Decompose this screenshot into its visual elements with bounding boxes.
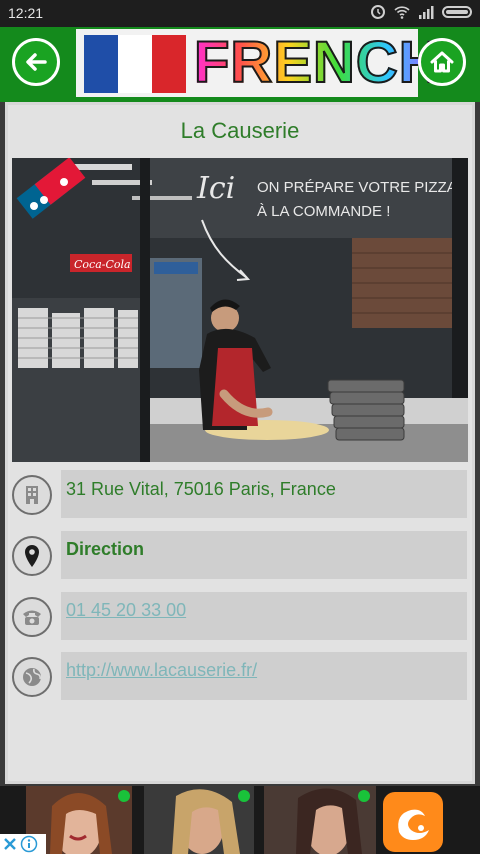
photo-fridge-text: Coca-Cola xyxy=(74,258,131,271)
ad-indicator-1 xyxy=(118,790,130,802)
uc-browser-logo-icon xyxy=(398,809,429,840)
phone-icon xyxy=(23,610,41,625)
restaurant-name: La Causerie xyxy=(180,118,300,143)
phone-link[interactable]: 01 45 20 33 00 xyxy=(66,600,186,621)
back-button[interactable] xyxy=(12,38,60,86)
photo-sign-line2: ON PRÉPARE VOTRE PIZZA xyxy=(257,179,457,196)
restaurant-photo: Ici ON PRÉPARE VOTRE PIZZA À LA COMMANDE… xyxy=(12,158,468,462)
french-flag xyxy=(84,35,186,93)
address-text: 31 Rue Vital, 75016 Paris, France xyxy=(66,479,336,499)
home-icon xyxy=(430,51,454,73)
direction-label[interactable]: Direction xyxy=(66,539,144,560)
ad-choices[interactable] xyxy=(0,834,46,854)
flag-stripe-white xyxy=(118,35,152,93)
flag-stripe-blue xyxy=(84,35,118,93)
photo-sign-line3: À LA COMMANDE ! xyxy=(257,203,390,220)
website-link[interactable]: http://www.lacauserie.fr/ xyxy=(66,660,257,681)
phone-icon-badge xyxy=(12,597,52,637)
uc-browser-ad-icon[interactable] xyxy=(383,792,443,852)
location-pin-badge xyxy=(12,536,52,576)
back-arrow-icon xyxy=(26,53,47,71)
flag-stripe-red xyxy=(152,35,186,93)
app-header: FRENCH xyxy=(0,27,480,102)
globe-icon xyxy=(23,668,41,686)
building-icon-badge xyxy=(12,475,52,515)
ad-indicator-2 xyxy=(238,790,250,802)
adchoices-icon[interactable] xyxy=(20,835,38,853)
status-time: 12:21 xyxy=(8,5,44,21)
location-pin-icon xyxy=(25,545,39,567)
banner-title: FRENCH xyxy=(193,30,442,96)
status-icons xyxy=(370,4,472,20)
battery-icon xyxy=(442,6,472,18)
globe-icon-badge xyxy=(12,657,52,697)
home-button[interactable] xyxy=(418,38,466,86)
ad-indicator-3 xyxy=(358,790,370,802)
alarm-icon xyxy=(371,5,385,19)
language-banner: FRENCH xyxy=(76,29,442,97)
building-icon xyxy=(26,486,38,504)
signal-icon xyxy=(419,6,434,19)
photo-illustration: Ici ON PRÉPARE VOTRE PIZZA À LA COMMANDE… xyxy=(12,158,468,462)
close-ad-icon[interactable] xyxy=(2,836,18,852)
photo-sign-ici: Ici xyxy=(196,171,235,206)
status-bar: 12:21 xyxy=(0,0,480,27)
wifi-icon xyxy=(394,6,410,19)
